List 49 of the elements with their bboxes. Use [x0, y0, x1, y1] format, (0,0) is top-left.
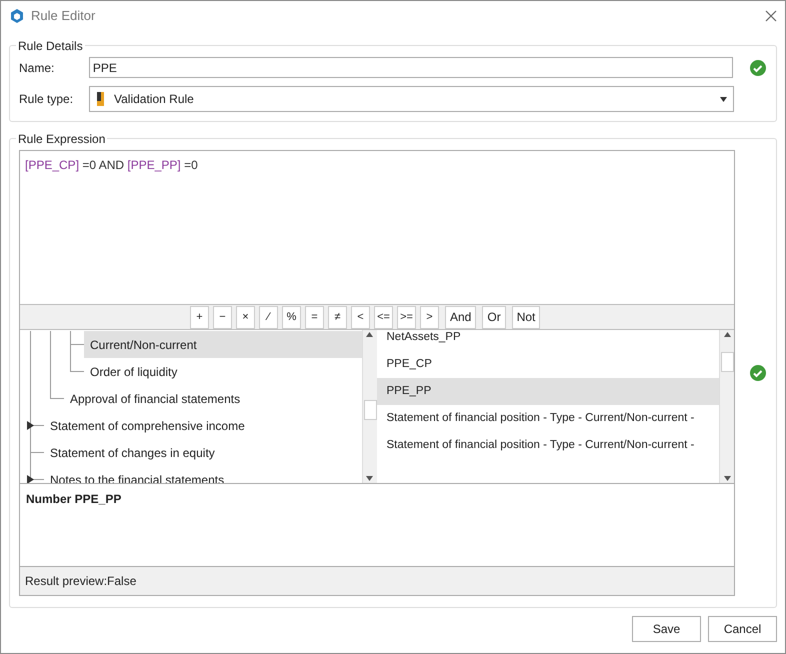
valid-check-icon — [749, 58, 767, 76]
dialog-button[interactable]: Save — [632, 616, 701, 642]
scroll-down-icon[interactable] — [366, 476, 373, 481]
field-list-item[interactable]: PPE_PP — [376, 378, 720, 405]
vertical-scrollbar[interactable] — [719, 330, 734, 483]
dropdown-caret-icon[interactable] — [720, 96, 727, 102]
rule-type-label: Rule type: — [19, 91, 74, 108]
field-list-item[interactable]: PPE_CP — [376, 351, 720, 378]
tree-item[interactable]: Statement of comprehensive income — [44, 412, 362, 439]
tree-item[interactable]: Statement of changes in equity — [44, 439, 362, 466]
operator-button[interactable]: And — [445, 306, 476, 328]
operator-button[interactable]: = — [305, 306, 324, 328]
tree-item[interactable]: Approval of financial statements — [64, 385, 362, 412]
scroll-up-icon[interactable] — [366, 332, 373, 337]
operator-button[interactable]: ∕ — [259, 306, 278, 328]
operator-button[interactable]: − — [213, 306, 232, 328]
tree-item[interactable]: Order of liquidity — [84, 358, 362, 385]
expand-arrow-icon[interactable] — [27, 421, 34, 430]
operator-button[interactable]: × — [236, 306, 255, 328]
name-field[interactable]: PPE — [88, 57, 733, 78]
operator-button[interactable]: >= — [397, 306, 416, 328]
window-title: Rule Editor — [31, 7, 96, 26]
field-list-item[interactable]: NetAssets_PP — [376, 330, 720, 351]
close-icon[interactable] — [765, 10, 777, 22]
name-label: Name: — [19, 60, 56, 76]
operator-button[interactable]: + — [190, 306, 209, 328]
field-list-item[interactable]: Statement of financial position - Type - Current/Non-current - — [376, 432, 720, 459]
tree-item[interactable]: Current/Non-current — [84, 331, 362, 358]
field-list-item[interactable]: Statement of financial position - Type - Current/Non-current - — [376, 405, 720, 432]
scroll-up-icon[interactable] — [724, 332, 730, 337]
scroll-down-icon[interactable] — [724, 476, 730, 481]
scrollbar-thumb[interactable] — [364, 400, 377, 420]
operator-button[interactable]: Or — [482, 306, 506, 328]
expression-editor[interactable]: [PPE_CP] =0 AND [PPE_PP] =0 — [20, 151, 734, 304]
rule-type-dropdown[interactable]: Validation Rule — [89, 86, 734, 112]
operator-button[interactable]: ≠ — [328, 306, 347, 328]
operator-button[interactable]: Not — [512, 306, 540, 328]
operator-button[interactable]: % — [282, 306, 301, 328]
expand-arrow-icon[interactable] — [27, 475, 34, 483]
vertical-scrollbar[interactable] — [362, 330, 376, 483]
dialog-button[interactable]: Cancel — [708, 616, 777, 642]
app-logo-icon — [9, 8, 25, 24]
operator-button[interactable]: <= — [374, 306, 393, 328]
rule-type-icon — [96, 91, 106, 107]
operator-button[interactable]: < — [351, 306, 370, 328]
result-preview: Result preview:False — [20, 566, 734, 595]
scrollbar-thumb[interactable] — [721, 352, 734, 372]
valid-check-icon — [749, 364, 767, 382]
operator-button[interactable]: > — [420, 306, 439, 328]
